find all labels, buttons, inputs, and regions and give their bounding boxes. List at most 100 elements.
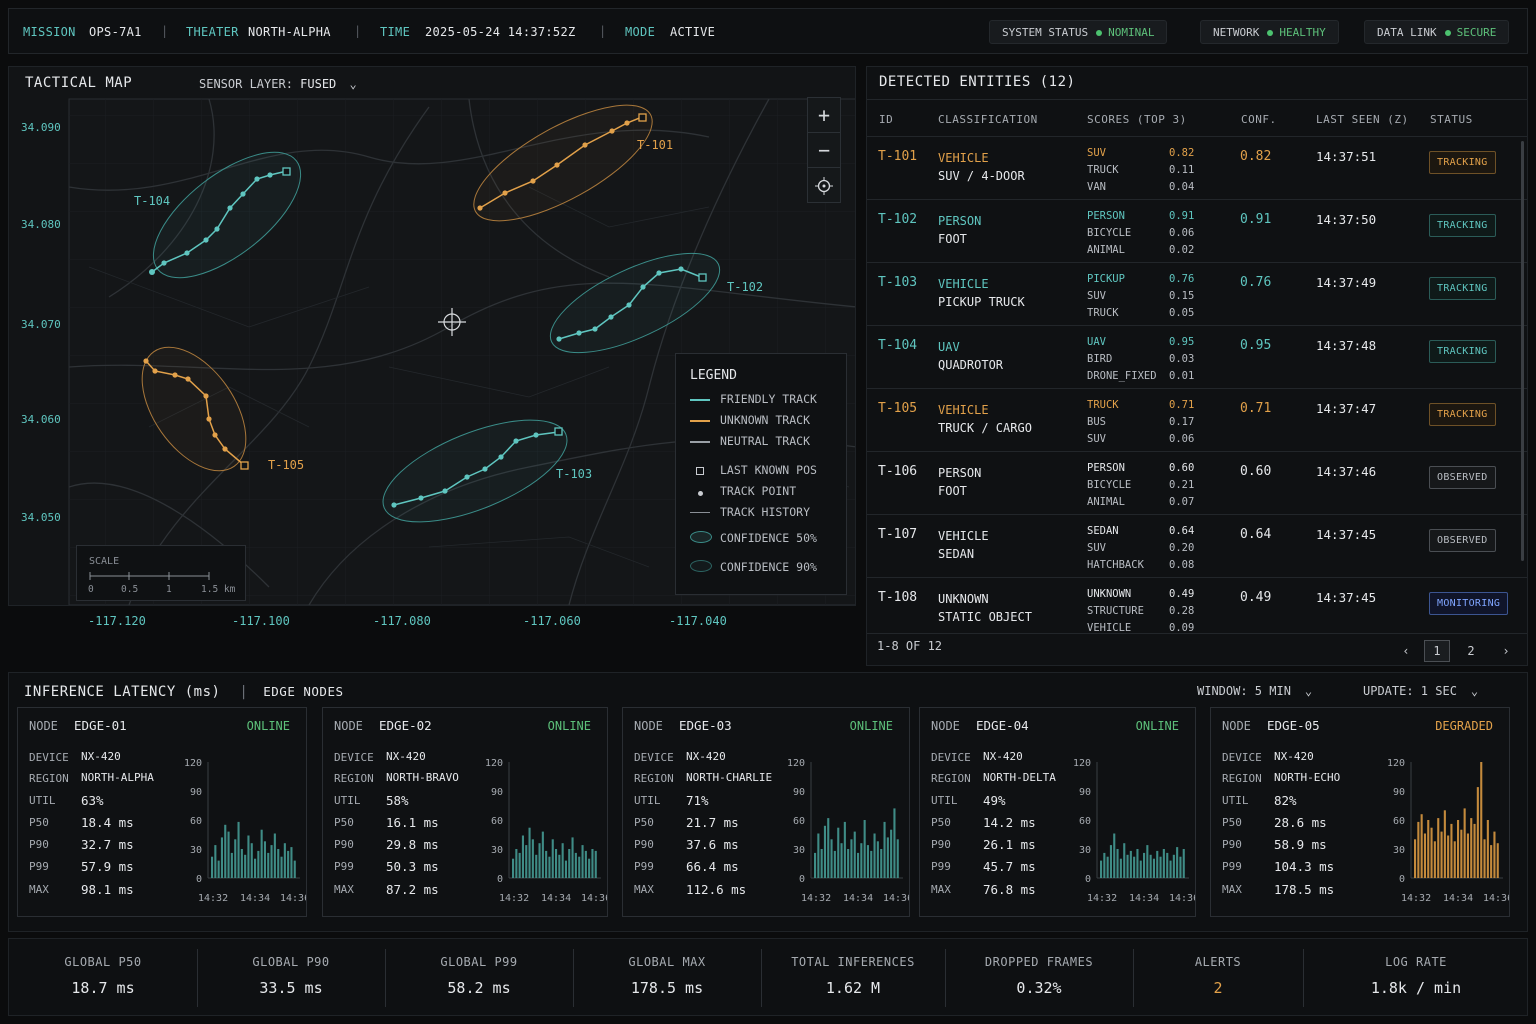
edge-node-card[interactable]: NODE EDGE-04 ONLINE DEVICE NX-420 REGION NORTH… [919, 707, 1196, 917]
entity-id[interactable]: T-102 [878, 212, 917, 227]
latency-bar [263, 841, 266, 878]
track-label-t104[interactable]: T-104 [134, 194, 170, 208]
entity-id[interactable]: T-105 [878, 401, 917, 416]
entity-id[interactable]: T-108 [878, 590, 917, 605]
table-row[interactable]: T-104 UAV QUADROTOR UAV BIRD DRONE_FIXED 0.95 0… [867, 325, 1527, 388]
sensor-layer-select[interactable]: SENSOR LAYER: FUSED ⌄ [199, 77, 357, 91]
score-label: BUS [1087, 415, 1106, 428]
edge-node-card[interactable]: NODE EDGE-03 ONLINE DEVICE NX-420 REGION NORTH… [622, 707, 910, 917]
y-tick-label: 0 [497, 874, 503, 885]
entity-id[interactable]: T-104 [878, 338, 917, 353]
entity-confidence: 0.64 [1240, 527, 1272, 542]
entity-last-seen: 14:37:45 [1316, 527, 1377, 542]
entity-score-values: 0.82 0.11 0.04 [1169, 145, 1194, 195]
edge-node-card[interactable]: NODE EDGE-01 ONLINE DEVICE NX-420 REGION NORTH… [17, 707, 307, 917]
table-row[interactable]: T-105 VEHICLE TRUCK / CARGO TRUCK BUS SUV 0.71… [867, 388, 1527, 451]
mission-label: MISSION [23, 25, 76, 39]
page-button-1[interactable]: 1 [1424, 640, 1450, 662]
page-button-2[interactable]: 2 [1458, 640, 1484, 662]
table-row[interactable]: T-108 UNKNOWN STATIC OBJECT UNKNOWN STRUCTUR… [867, 577, 1527, 640]
col-header-status[interactable]: STATUS [1430, 113, 1473, 126]
score-label: UAV [1087, 336, 1106, 348]
entity-class-primary: PERSON [938, 214, 982, 228]
latency-bar [1440, 831, 1443, 878]
latency-bar [1466, 833, 1469, 878]
entity-id[interactable]: T-101 [878, 149, 917, 164]
zoom-out-button[interactable]: − [808, 133, 840, 168]
latency-bar [211, 856, 214, 878]
entity-id[interactable]: T-107 [878, 527, 917, 542]
edge-node-card[interactable]: NODE EDGE-02 ONLINE DEVICE NX-420 REGION NORTH… [322, 707, 608, 917]
entity-id[interactable]: T-106 [878, 464, 917, 479]
last-known-pos-t104[interactable] [282, 167, 291, 176]
scrollbar[interactable] [1521, 141, 1524, 561]
table-row[interactable]: T-101 VEHICLE SUV / 4-DOOR SUV TRUCK VAN 0.82 0… [867, 136, 1527, 199]
stat-value: 58.2 ms [447, 979, 511, 997]
metric-device-value: NX-420 [983, 750, 1023, 763]
col-header-classification[interactable]: CLASSIFICATION [938, 113, 1038, 126]
table-row[interactable]: T-106 PERSON FOOT PERSON BICYCLE ANIMAL 0.60 0.… [867, 451, 1527, 514]
score-label: BICYCLE [1087, 226, 1132, 239]
status-dot-icon [1096, 29, 1103, 36]
entity-id[interactable]: T-103 [878, 275, 917, 290]
y-tick-label: 120 [184, 758, 202, 769]
latency-bar [860, 843, 863, 878]
table-row[interactable]: T-102 PERSON FOOT PERSON BICYCLE ANIMAL 0.91 0.… [867, 199, 1527, 262]
entity-score-values: 0.60 0.21 0.07 [1169, 460, 1194, 510]
col-header-conf[interactable]: CONF. [1241, 113, 1277, 126]
latency-bar [518, 852, 521, 878]
recenter-button[interactable] [808, 168, 840, 203]
latency-histogram: 120 90 60 30 0 14:32 14:34 14:36 [184, 758, 306, 904]
score-value: 0.49 [1169, 588, 1195, 600]
track-label-t105[interactable]: T-105 [268, 458, 304, 472]
edge-node-card[interactable]: NODE EDGE-05 DEGRADED DEVICE NX-420 REGION NOR… [1210, 707, 1510, 917]
window-select[interactable]: WINDOW: 5 MIN ⌄ [1197, 684, 1312, 698]
divider: | [599, 24, 607, 38]
entity-classification: UAV QUADROTOR [938, 338, 1003, 374]
scale-tick: 0 [88, 584, 94, 595]
col-header-scores[interactable]: SCORES (TOP 3) [1087, 113, 1187, 126]
latency-bar [1490, 845, 1493, 878]
latency-bar [1463, 808, 1466, 878]
scale-label: SCALE [89, 556, 120, 567]
x-tick-label: 14:34 [1443, 893, 1473, 904]
chevron-down-icon: ⌄ [349, 77, 357, 91]
col-header-last-seen[interactable]: LAST SEEN (Z) [1316, 113, 1409, 126]
table-row[interactable]: T-103 VEHICLE PICKUP TRUCK PICKUP SUV TRUCK 0.… [867, 262, 1527, 325]
latency-bar [866, 845, 869, 878]
track-label-t101[interactable]: T-101 [637, 138, 673, 152]
legend-neutral: NEUTRAL TRACK [690, 434, 810, 448]
metric-label: DEVICE [29, 751, 69, 764]
metric-util-value: 82% [1274, 793, 1297, 808]
latency-bar [1450, 823, 1453, 878]
last-known-pos-t102[interactable] [698, 273, 707, 282]
latency-bar [1460, 829, 1463, 878]
latency-bar [561, 843, 564, 878]
next-page-button[interactable]: › [1493, 640, 1519, 662]
track-label-t102[interactable]: T-102 [727, 280, 763, 294]
metric-max-value: 178.5 ms [1274, 882, 1335, 897]
divider [1303, 949, 1304, 1007]
entity-score-labels: SEDAN SUV HATCHBACK [1087, 523, 1144, 573]
stat-label: TOTAL INFERENCES [791, 955, 915, 969]
table-row[interactable]: T-107 VEHICLE SEDAN SEDAN SUV HATCHBACK 0.64 0.… [867, 514, 1527, 577]
node-label: NODE [634, 719, 663, 733]
prev-page-button[interactable]: ‹ [1393, 640, 1419, 662]
col-header-id[interactable]: ID [879, 113, 893, 126]
stat-label: GLOBAL MAX [628, 955, 706, 969]
last-known-pos-t105[interactable] [240, 461, 249, 470]
track-label-t103[interactable]: T-103 [556, 467, 592, 481]
latency-bar [290, 847, 293, 878]
last-known-pos-t101[interactable] [638, 113, 647, 122]
latency-bar [1123, 843, 1126, 878]
entity-score-values: 0.64 0.20 0.08 [1169, 523, 1194, 573]
entity-last-seen: 14:37:50 [1316, 212, 1377, 227]
latency-bar [1166, 852, 1169, 878]
entity-classification: VEHICLE TRUCK / CARGO [938, 401, 1032, 437]
map-title: TACTICAL MAP [25, 75, 133, 91]
tactical-map-panel: TACTICAL MAP SENSOR LAYER: FUSED ⌄ T-104… [8, 66, 856, 606]
last-known-pos-t103[interactable] [554, 427, 563, 436]
update-select[interactable]: UPDATE: 1 SEC ⌄ [1363, 684, 1478, 698]
target-icon [815, 176, 833, 195]
zoom-in-button[interactable]: + [808, 98, 840, 133]
